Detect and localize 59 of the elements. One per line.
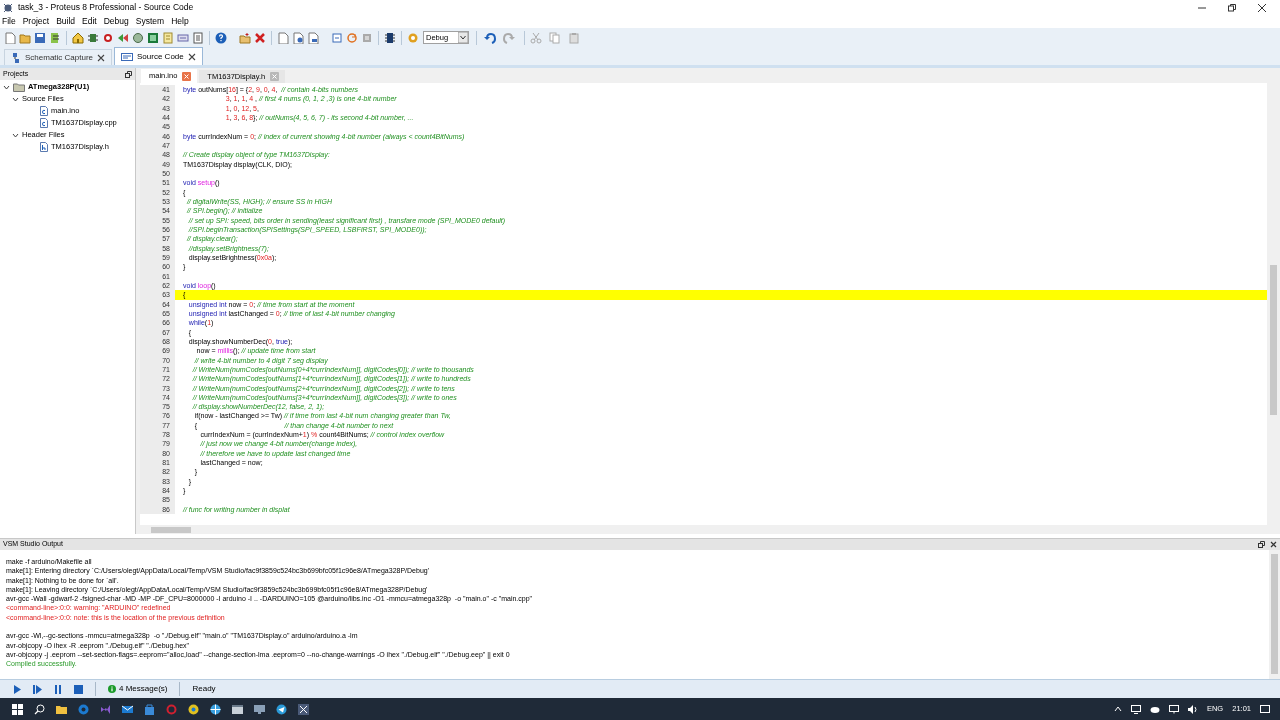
help-icon[interactable] — [215, 31, 227, 44]
close-icon[interactable] — [97, 53, 106, 62]
play-icon[interactable] — [13, 684, 21, 694]
send-icon[interactable] — [276, 703, 287, 715]
menu-item[interactable]: File — [2, 15, 16, 28]
speaker-icon[interactable] — [1187, 704, 1198, 714]
menu-item[interactable]: Help — [171, 15, 189, 28]
chevron-up-icon[interactable] — [1113, 705, 1122, 713]
search-icon[interactable] — [34, 703, 45, 715]
restore-icon[interactable] — [1227, 2, 1237, 13]
save-icon[interactable] — [34, 31, 46, 44]
chevron-icon[interactable] — [12, 95, 19, 103]
board-icon[interactable] — [147, 31, 159, 44]
tab[interactable]: Source Code — [114, 47, 203, 65]
menu-item[interactable]: Build — [56, 15, 76, 28]
delete-icon[interactable] — [254, 31, 266, 44]
globe-icon[interactable] — [210, 703, 221, 715]
float-icon[interactable] — [125, 70, 132, 78]
menu-item[interactable]: System — [135, 15, 165, 28]
float-icon[interactable] — [1258, 541, 1265, 548]
add-file-icon[interactable] — [292, 31, 304, 44]
code-file-icon — [121, 52, 134, 61]
window-title: task_3 - Proteus 8 Professional - Source Code — [18, 1, 194, 14]
pause-icon[interactable] — [54, 684, 62, 694]
chevron-icon[interactable] — [12, 131, 19, 139]
window-icon[interactable] — [232, 703, 243, 715]
menu-item[interactable]: Debug — [103, 15, 129, 28]
c-file-icon — [40, 118, 48, 128]
folder-icon[interactable] — [56, 703, 67, 715]
new-file-icon[interactable] — [277, 31, 289, 44]
mail-icon[interactable] — [122, 703, 133, 715]
c-file-icon — [40, 106, 48, 116]
remove-file-icon[interactable] — [307, 31, 319, 44]
open-folder-icon[interactable] — [19, 31, 31, 44]
schematic-icon — [11, 52, 21, 63]
close-icon[interactable] — [1270, 541, 1277, 548]
menu-item[interactable]: Project — [22, 15, 50, 28]
folder-icon — [13, 82, 25, 92]
info-icon — [108, 685, 116, 693]
home-icon[interactable] — [72, 31, 84, 44]
cloud-icon[interactable] — [1149, 705, 1160, 713]
vertical-scrollbar[interactable] — [1267, 83, 1280, 534]
monitor-icon[interactable] — [1130, 704, 1141, 714]
caret-icon — [458, 32, 468, 43]
close-icon[interactable] — [187, 52, 196, 61]
close-icon[interactable] — [1257, 2, 1267, 13]
menu-item[interactable]: Edit — [82, 15, 97, 28]
h-file-icon — [40, 142, 48, 152]
vertical-scrollbar[interactable] — [1269, 550, 1280, 679]
status-text: Ready — [192, 683, 216, 695]
step-icon[interactable] — [33, 684, 42, 694]
ring-icon[interactable] — [166, 703, 177, 715]
new-file-icon[interactable] — [4, 31, 16, 44]
tab[interactable]: Schematic Capture — [4, 49, 113, 65]
windows-icon[interactable] — [12, 703, 23, 715]
chevron-icon[interactable] — [3, 83, 10, 91]
stop-icon[interactable] — [74, 684, 83, 694]
undo-icon[interactable] — [484, 31, 496, 44]
message-count[interactable]: 4 Message(s) — [119, 683, 168, 695]
